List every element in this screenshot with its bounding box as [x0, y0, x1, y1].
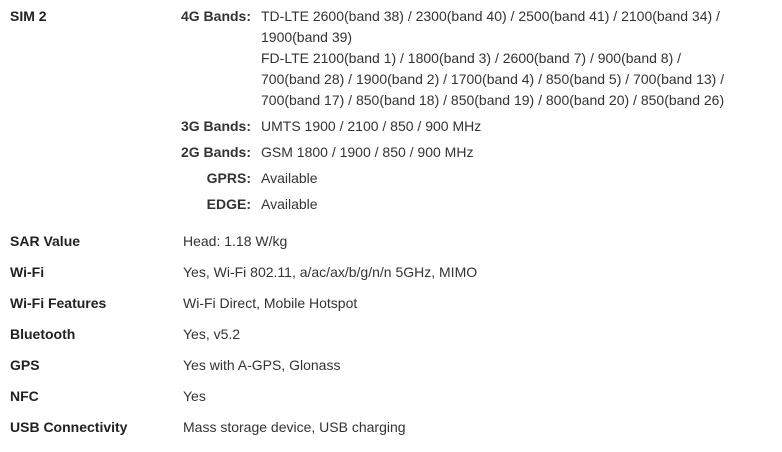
spec-value-wifi-features: Wi-Fi Direct, Mobile Hotspot: [183, 295, 358, 311]
gprs-label: GPRS:: [206, 170, 251, 186]
spec-value-sar: Head: 1.18 W/kg: [183, 233, 288, 249]
2g-bands-value: GSM 1800 / 1900 / 850 / 900 MHz: [261, 144, 474, 160]
4g-bands-line: 1900(band 39): [261, 29, 353, 45]
3g-bands-value: UMTS 1900 / 2100 / 850 / 900 MHz: [261, 118, 482, 134]
edge-label: EDGE:: [206, 196, 251, 212]
2g-bands-label: 2G Bands:: [180, 144, 251, 160]
spec-label-sar: SAR Value: [10, 233, 81, 249]
spec-label-nfc: NFC: [10, 388, 39, 404]
4g-bands-line: 700(band 17) / 850(band 18) / 850(band 1…: [261, 92, 725, 108]
spec-label-usb: USB Connectivity: [10, 419, 128, 435]
4g-bands-line: 700(band 28) / 1900(band 2) / 1700(band …: [261, 71, 725, 87]
3g-bands-label: 3G Bands:: [180, 118, 251, 134]
spec-value-gps: Yes with A-GPS, Glonass: [183, 357, 341, 373]
edge-value: Available: [261, 196, 318, 212]
4g-bands-label: 4G Bands:: [180, 8, 251, 24]
sim2-label: SIM 2: [10, 8, 47, 24]
spec-label-gps: GPS: [10, 357, 40, 373]
4g-bands-line: TD-LTE 2600(band 38) / 2300(band 40) / 2…: [261, 8, 720, 24]
spec-label-bluetooth: Bluetooth: [10, 326, 76, 342]
spec-value-wifi: Yes, Wi-Fi 802.11, a/ac/ax/b/g/n/n 5GHz,…: [183, 264, 478, 280]
sim2-section: SIM 2 4G Bands: TD-LTE 2600(band 38) / 2…: [0, 6, 782, 219]
spec-label-wifi-features: Wi-Fi Features: [10, 295, 107, 311]
spec-value-nfc: Yes: [183, 388, 206, 404]
spec-label-wifi: Wi-Fi: [10, 264, 45, 280]
4g-bands-value: TD-LTE 2600(band 38) / 2300(band 40) / 2…: [261, 6, 741, 111]
gprs-value: Available: [261, 170, 318, 186]
spec-value-usb: Mass storage device, USB charging: [183, 419, 406, 435]
spec-value-bluetooth: Yes, v5.2: [183, 326, 241, 342]
4g-bands-line: FD-LTE 2100(band 1) / 1800(band 3) / 260…: [261, 50, 682, 66]
